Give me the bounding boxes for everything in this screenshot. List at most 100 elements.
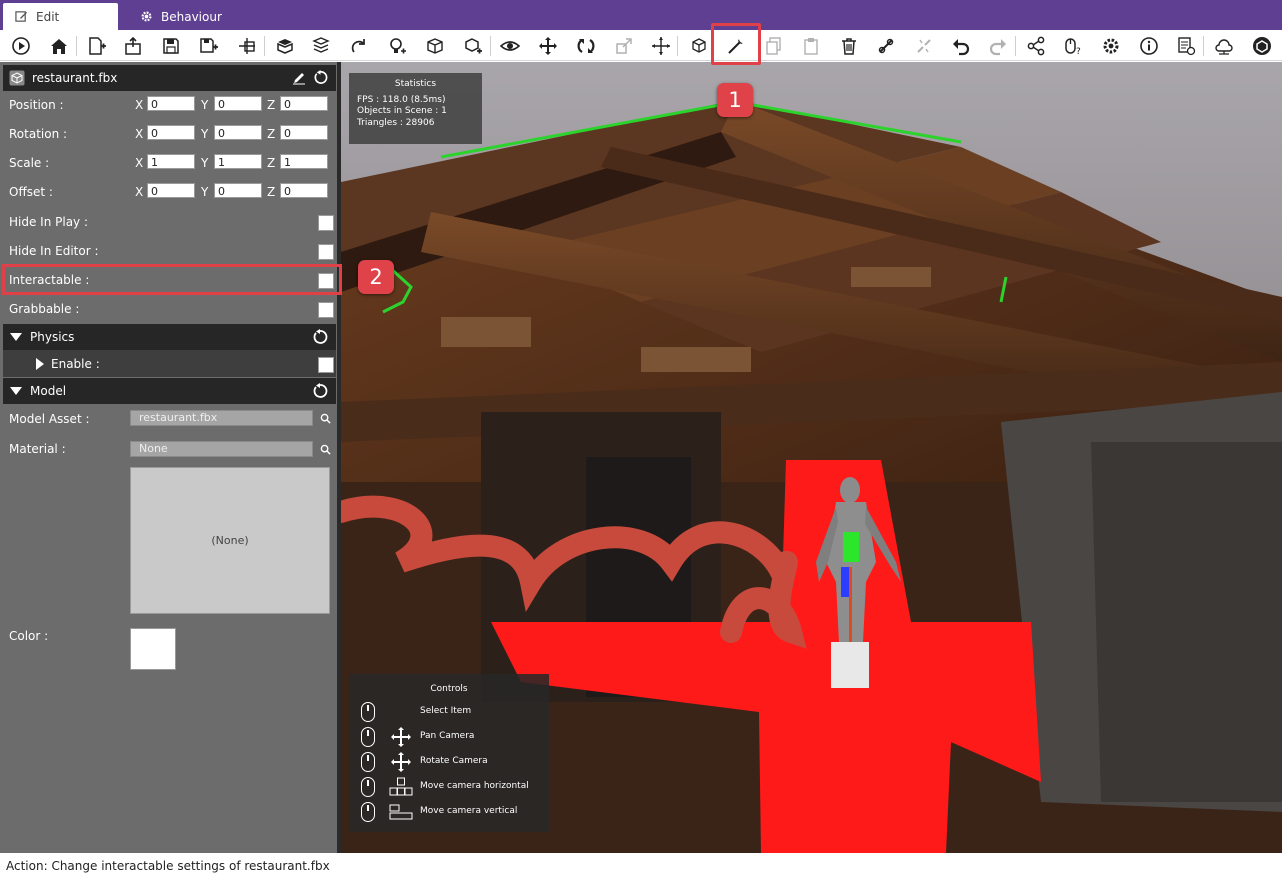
mouse-icon (361, 802, 375, 822)
unlink-icon[interactable] (911, 33, 937, 59)
scale-y-input[interactable]: 1 (214, 154, 262, 169)
offset-z-input[interactable]: 0 (280, 183, 328, 198)
hide-in-play-checkbox[interactable] (318, 215, 334, 231)
mouse-left-icon (361, 702, 375, 722)
scale-label: Scale : (9, 156, 50, 170)
axis-x-label: X (135, 127, 144, 141)
control-row: Rotate Camera (361, 751, 547, 773)
hide-in-editor-checkbox[interactable] (318, 244, 334, 260)
expand-triangle-icon[interactable] (36, 358, 44, 370)
fps-readout: FPS : 118.0 (8.5ms) (357, 94, 446, 105)
reset-icon[interactable] (312, 383, 328, 399)
physics-enable-checkbox[interactable] (318, 357, 334, 373)
color-swatch[interactable] (130, 628, 176, 670)
rotation-label: Rotation : (9, 127, 68, 141)
triangles-readout: Triangles : 28906 (357, 117, 435, 128)
reset-icon[interactable] (312, 329, 328, 345)
rotation-x-input[interactable]: 0 (147, 125, 195, 140)
material-preview-text: (None) (211, 534, 249, 547)
rename-pencil-icon[interactable] (292, 71, 306, 85)
interactable-label: Interactable : (9, 273, 90, 287)
step-badge-2: 2 (358, 260, 394, 294)
position-y-input[interactable]: 0 (214, 96, 262, 111)
scale-x-input[interactable]: 1 (147, 154, 195, 169)
center-move-icon[interactable] (648, 33, 674, 59)
controls-title: Controls (430, 684, 468, 694)
statistics-title: Statistics (394, 79, 437, 89)
position-z-input[interactable]: 0 (280, 96, 328, 111)
control-label: Rotate Camera (420, 756, 488, 766)
reset-icon[interactable] (313, 70, 328, 85)
open-scene-icon[interactable] (120, 33, 146, 59)
statistics-panel: Statistics FPS : 118.0 (8.5ms) Objects i… (349, 73, 482, 144)
scale-icon[interactable] (611, 33, 637, 59)
toolbar: ? (0, 30, 1282, 61)
import-model-icon[interactable] (272, 33, 298, 59)
add-box-icon[interactable] (460, 33, 486, 59)
mouse-icon (361, 727, 375, 747)
undo-icon[interactable] (948, 33, 974, 59)
settings-gear-icon[interactable] (1098, 33, 1124, 59)
brand-logo-icon[interactable] (1249, 33, 1275, 59)
step-badge-1: 1 (717, 83, 753, 117)
copy-icon[interactable] (761, 33, 787, 59)
mouse-help-icon[interactable]: ? (1060, 33, 1086, 59)
axis-z-label: Z (267, 98, 276, 112)
tab-behaviour[interactable]: Behaviour (128, 3, 248, 30)
redo-icon[interactable] (985, 33, 1011, 59)
gear-icon (141, 11, 152, 22)
import-package-icon[interactable] (308, 33, 334, 59)
scale-z-input[interactable]: 1 (280, 154, 328, 169)
tab-edit[interactable]: Edit (3, 3, 118, 30)
spacebar-icon (389, 804, 413, 820)
grabbable-checkbox[interactable] (318, 302, 334, 318)
network-icon[interactable] (1211, 33, 1237, 59)
object-name: restaurant.fbx (32, 71, 118, 85)
objects-readout: Objects in Scene : 1 (357, 106, 447, 116)
rotation-z-input[interactable]: 0 (280, 125, 328, 140)
delete-icon[interactable] (836, 33, 862, 59)
rotate-icon[interactable] (573, 33, 599, 59)
save-icon[interactable] (158, 33, 184, 59)
axis-y-label: Y (201, 156, 209, 170)
material-field[interactable]: None (130, 441, 313, 457)
add-cube-icon[interactable] (422, 33, 448, 59)
pan-arrows-icon (391, 727, 411, 747)
add-light-icon[interactable] (384, 33, 410, 59)
object-header: restaurant.fbx (3, 65, 336, 91)
axis-y-label: Y (201, 127, 209, 141)
model-section-header[interactable]: Model (3, 378, 336, 404)
redo-scene-icon[interactable] (346, 33, 372, 59)
add-object-icon[interactable] (234, 33, 260, 59)
scale-row: Scale : X 1 Y 1 Z 1 (3, 149, 336, 178)
cube-outline-icon[interactable] (686, 33, 712, 59)
axis-z-label: Z (267, 185, 276, 199)
save-as-icon[interactable] (196, 33, 222, 59)
axis-x-label: X (135, 156, 144, 170)
search-icon[interactable] (320, 413, 331, 424)
share-icon[interactable] (1023, 33, 1049, 59)
search-icon[interactable] (320, 444, 331, 455)
move-icon[interactable] (535, 33, 561, 59)
paste-icon[interactable] (798, 33, 824, 59)
rotation-y-input[interactable]: 0 (214, 125, 262, 140)
axis-y-label: Y (201, 185, 209, 199)
info-icon[interactable] (1136, 33, 1162, 59)
model-asset-field[interactable]: restaurant.fbx (130, 410, 313, 426)
position-x-input[interactable]: 0 (147, 96, 195, 111)
docs-icon[interactable] (1173, 33, 1199, 59)
offset-y-input[interactable]: 0 (214, 183, 262, 198)
view-eye-icon[interactable] (497, 33, 523, 59)
interactable-checkbox[interactable] (318, 273, 334, 289)
scene-viewport[interactable]: Statistics FPS : 118.0 (8.5ms) Objects i… (341, 62, 1282, 853)
grabbable-row: Grabbable : (3, 295, 336, 324)
offset-x-input[interactable]: 0 (147, 183, 195, 198)
rotation-row: Rotation : X 0 Y 0 Z 0 (3, 120, 336, 149)
physics-section-header[interactable]: Physics (3, 324, 336, 350)
link-icon[interactable] (873, 33, 899, 59)
new-scene-icon[interactable] (84, 33, 110, 59)
play-icon[interactable] (8, 33, 34, 59)
wrench-icon[interactable] (723, 33, 749, 59)
rotate-arrows-icon (391, 752, 411, 772)
home-icon[interactable] (46, 33, 72, 59)
